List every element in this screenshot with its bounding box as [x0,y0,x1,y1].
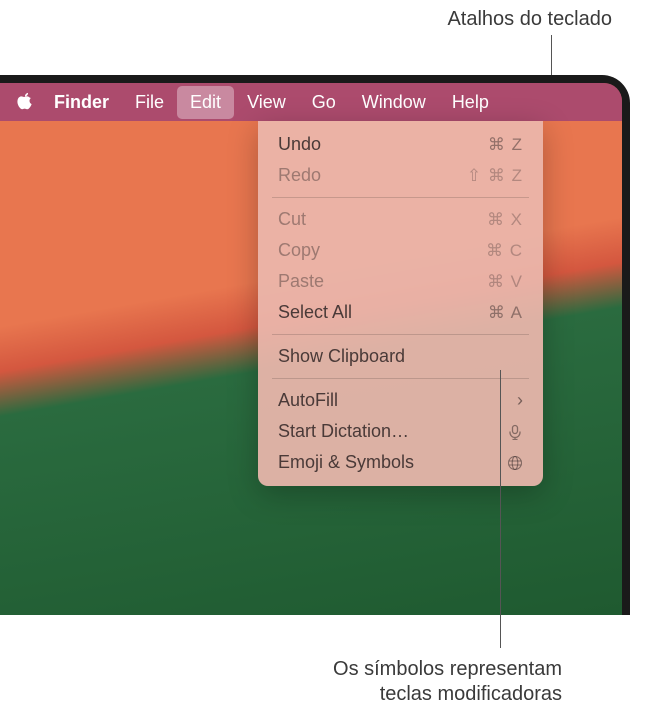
menu-item-label: AutoFill [278,390,338,411]
menu-item-shortcut: ⌘ X [487,210,523,230]
menu-item-redo: Redo ⇧ ⌘ Z [258,160,543,191]
menubar-go[interactable]: Go [299,86,349,119]
menu-item-label: Emoji & Symbols [278,452,414,473]
menu-item-shortcut: ⌘ A [488,303,523,323]
menu-item-label: Cut [278,209,306,230]
menu-item-paste: Paste ⌘ V [258,266,543,297]
menu-item-undo[interactable]: Undo ⌘ Z [258,129,543,160]
menu-separator [272,334,529,335]
menu-item-cut: Cut ⌘ X [258,204,543,235]
menu-item-label: Select All [278,302,352,323]
menu-separator [272,378,529,379]
menubar: Finder File Edit View Go Window Help [0,83,622,121]
menu-item-shortcut: ⌘ Z [488,135,523,155]
menu-item-show-clipboard[interactable]: Show Clipboard [258,341,543,372]
microphone-icon [507,424,523,440]
annotation-line [500,370,501,648]
menu-item-shortcut: ⌘ C [486,241,523,261]
menu-item-shortcut: ⇧ ⌘ Z [467,166,523,186]
menu-item-label: Undo [278,134,321,155]
menu-item-label: Start Dictation… [278,421,409,442]
desktop-screen: Finder File Edit View Go Window Help Und… [0,83,622,615]
annotation-modifier-keys: Os símbolos representam teclas modificad… [333,657,562,707]
chevron-right-icon: › [517,390,523,411]
menu-separator [272,197,529,198]
menu-item-label: Redo [278,165,321,186]
apple-logo-icon[interactable] [14,91,36,113]
menubar-window[interactable]: Window [349,86,439,119]
menu-item-select-all[interactable]: Select All ⌘ A [258,297,543,328]
menubar-help[interactable]: Help [439,86,502,119]
annotation-keyboard-shortcuts: Atalhos do teclado [447,8,612,31]
menu-item-label: Show Clipboard [278,346,405,367]
menubar-app-name[interactable]: Finder [54,86,122,119]
menu-item-copy: Copy ⌘ C [258,235,543,266]
menubar-edit[interactable]: Edit [177,86,234,119]
device-frame: Finder File Edit View Go Window Help Und… [0,75,630,615]
menubar-view[interactable]: View [234,86,299,119]
globe-icon [507,455,523,471]
menubar-file[interactable]: File [122,86,177,119]
menu-item-label: Paste [278,271,324,292]
menu-item-shortcut: ⌘ V [487,272,523,292]
menu-item-label: Copy [278,240,320,261]
